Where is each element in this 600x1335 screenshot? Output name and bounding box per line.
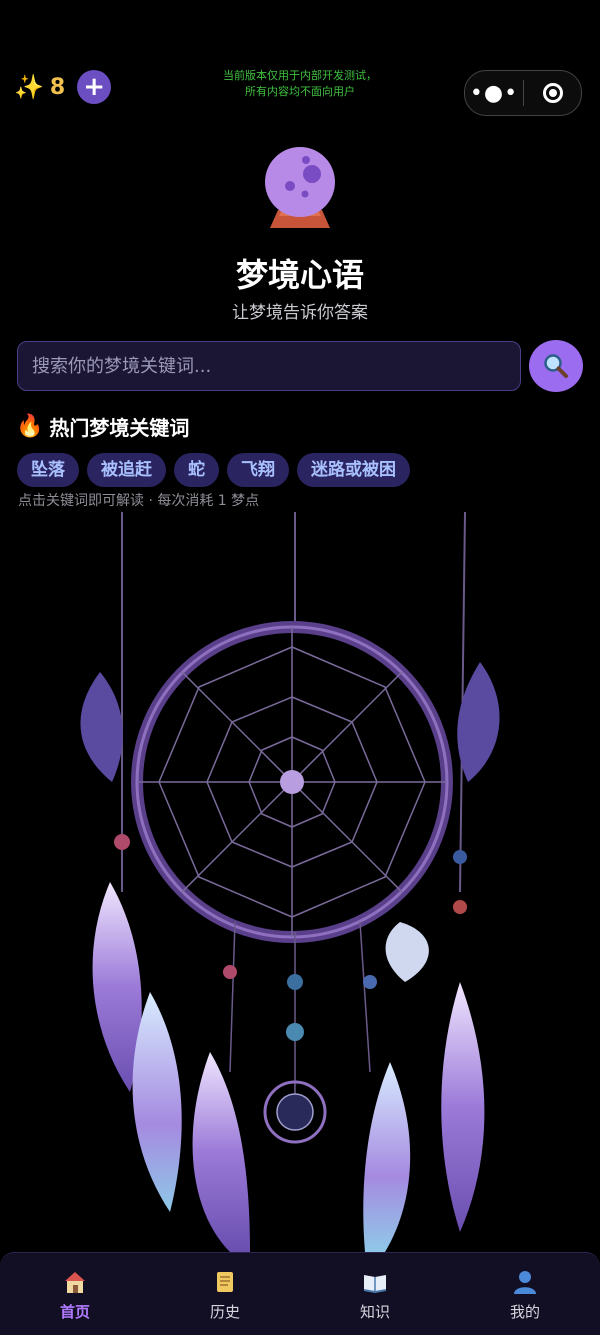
app-title: 梦境心语	[235, 256, 364, 294]
more-menu-button[interactable]: •●•	[465, 81, 523, 106]
bottom-tab-bar: 首页 历史 知识 我的	[0, 1252, 600, 1335]
tab-profile[interactable]: 我的	[450, 1253, 600, 1335]
hot-keywords-label: 热门梦境关键词	[49, 416, 190, 440]
home-icon	[65, 1272, 85, 1293]
points-display: ✨ 8 +	[14, 70, 112, 104]
add-points-button[interactable]: +	[77, 70, 112, 104]
fire-icon: 🔥	[16, 414, 44, 439]
dev-notice-line2: 所有内容均不面向用户	[245, 85, 355, 98]
keyword-tag[interactable]: 蛇	[174, 453, 219, 487]
tab-history-label: 历史	[209, 1303, 240, 1321]
keyword-hint: 点击关键词即可解读 · 每次消耗 1 梦点	[18, 493, 260, 509]
crystal-ball-icon	[265, 147, 335, 228]
keyword-tag[interactable]: 被追赶	[87, 453, 166, 487]
miniprogram-capsule: •●•	[464, 70, 582, 116]
top-bar: ✨ 8 + 当前版本仅用于内部开发测试， 所有内容均不面向用户 •●•	[0, 68, 600, 118]
app-subtitle: 让梦境告诉你答案	[232, 303, 368, 323]
keyword-tag[interactable]: 飞翔	[227, 453, 289, 487]
keyword-tag[interactable]: 迷路或被困	[297, 453, 410, 487]
tab-knowledge-label: 知识	[359, 1303, 390, 1321]
tab-history[interactable]: 历史	[150, 1253, 300, 1335]
sparkle-icon: ✨	[14, 73, 44, 101]
target-icon	[542, 83, 563, 103]
hot-keywords-title: 🔥 热门梦境关键词	[16, 412, 189, 441]
search-input[interactable]	[17, 341, 521, 391]
dev-notice-line1: 当前版本仅用于内部开发测试，	[223, 69, 377, 82]
tab-home[interactable]: 首页	[0, 1253, 150, 1335]
close-miniprogram-button[interactable]	[524, 83, 581, 103]
points-count: 8	[49, 74, 66, 100]
more-dots-icon: •●•	[469, 80, 519, 106]
search-button[interactable]	[529, 340, 583, 392]
book-icon	[363, 1275, 387, 1294]
scroll-icon	[217, 1272, 233, 1292]
keyword-tag[interactable]: 坠落	[17, 453, 79, 487]
tab-profile-label: 我的	[509, 1303, 540, 1321]
user-icon	[514, 1271, 536, 1294]
dev-notice: 当前版本仅用于内部开发测试， 所有内容均不面向用户	[190, 68, 410, 100]
tab-home-label: 首页	[59, 1303, 90, 1321]
hot-keyword-tags: 坠落 被追赶 蛇 飞翔 迷路或被困	[17, 453, 418, 487]
tab-knowledge[interactable]: 知识	[300, 1253, 450, 1335]
dreamcatcher-illustration	[80, 512, 500, 1252]
search-icon	[544, 354, 568, 378]
